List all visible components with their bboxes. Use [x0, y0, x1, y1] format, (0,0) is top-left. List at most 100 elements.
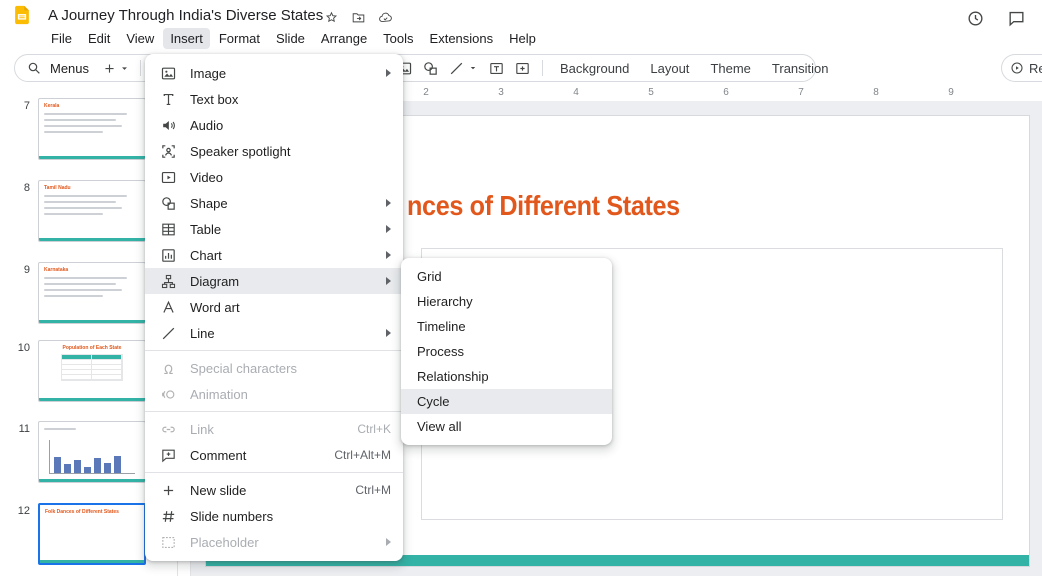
comments-icon[interactable] [1007, 9, 1026, 28]
google-slides-app: A Journey Through India's Diverse States… [0, 0, 1042, 576]
chevron-down-icon[interactable] [118, 62, 131, 75]
diagram-submenu-item-cycle[interactable]: Cycle [401, 389, 612, 414]
menu-item-label: Line [190, 325, 215, 341]
menubar-item-view[interactable]: View [119, 28, 161, 49]
thumb-text-line [44, 207, 123, 209]
speaker-spotlight-icon [160, 143, 177, 160]
menubar-item-edit[interactable]: Edit [81, 28, 117, 49]
diagram-submenu-item-grid[interactable]: Grid [401, 264, 612, 289]
menu-item-shortcut: Ctrl+M [355, 483, 391, 497]
ruler-label: 6 [723, 87, 729, 98]
cloud-status-icon[interactable] [378, 10, 393, 25]
rec-button[interactable]: Re [1001, 54, 1042, 82]
insert-line-icon[interactable] [448, 60, 465, 77]
thumb-text-line [44, 113, 127, 115]
thumb-table-row [62, 375, 122, 380]
thumb-chart [49, 440, 135, 474]
insert-menu-item-line[interactable]: Line [145, 320, 403, 346]
menu-item-label: Animation [190, 386, 248, 402]
version-history-icon[interactable] [966, 9, 985, 28]
insert-menu-item-comment[interactable]: Comment Ctrl+Alt+M [145, 442, 403, 468]
menubar-item-arrange[interactable]: Arrange [314, 28, 374, 49]
insert-menu-item-audio[interactable]: Audio [145, 112, 403, 138]
menu-item-label: Video [190, 169, 224, 185]
layout-button[interactable]: Layout [644, 61, 695, 76]
submenu-arrow-icon [386, 69, 391, 77]
slide-thumbnail-9[interactable]: Karnataka [38, 262, 146, 324]
thumb-accent-bar [39, 320, 145, 323]
thumb-accent-bar [39, 398, 145, 401]
shape-icon [160, 195, 177, 212]
chevron-down-icon[interactable] [467, 62, 479, 74]
insert-menu-item-chart[interactable]: Chart [145, 242, 403, 268]
submenu-arrow-icon [386, 538, 391, 546]
insert-menu-item-new-slide[interactable]: New slide Ctrl+M [145, 477, 403, 503]
insert-menu-item-speaker-spotlight[interactable]: Speaker spotlight [145, 138, 403, 164]
menubar-item-tools[interactable]: Tools [376, 28, 420, 49]
search-icon[interactable] [26, 60, 42, 76]
link-icon [160, 421, 177, 438]
toolbar-divider [140, 60, 142, 76]
menu-separator [145, 350, 403, 351]
slides-logo-icon[interactable] [11, 4, 33, 26]
menubar-item-slide[interactable]: Slide [269, 28, 312, 49]
menu-separator [145, 472, 403, 473]
diagram-submenu-item-timeline[interactable]: Timeline [401, 314, 612, 339]
insert-menu-item-diagram[interactable]: Diagram [145, 268, 403, 294]
diagram-submenu-item-relationship[interactable]: Relationship [401, 364, 612, 389]
rec-label: Re [1029, 60, 1042, 76]
transition-button[interactable]: Transition [766, 61, 835, 76]
background-button[interactable]: Background [554, 61, 635, 76]
slide-thumbnail-11[interactable] [38, 421, 146, 483]
menu-item-shortcut: Ctrl+K [357, 422, 391, 436]
menu-item-label: Shape [190, 195, 228, 211]
insert-text-box-icon[interactable] [488, 60, 505, 77]
thumb-text-line [44, 289, 123, 291]
slide-thumbnail-7[interactable]: Kerala [38, 98, 146, 160]
slide-thumbnail-10[interactable]: Population of Each State [38, 340, 146, 402]
diagram-submenu-item-hierarchy[interactable]: Hierarchy [401, 289, 612, 314]
insert-menu-item-shape[interactable]: Shape [145, 190, 403, 216]
insert-comment-icon[interactable] [514, 60, 531, 77]
plus-icon[interactable] [102, 61, 117, 76]
slide-thumbnail-12[interactable]: Folk Dances of Different States [38, 503, 146, 565]
insert-menu-item-text-box[interactable]: Text box [145, 86, 403, 112]
document-title[interactable]: A Journey Through India's Diverse States [48, 7, 323, 24]
toolbar-icons: Background Layout Theme Transition [396, 54, 835, 82]
menubar-item-insert[interactable]: Insert [163, 28, 210, 49]
diagram-submenu-item-view-all[interactable]: View all [401, 414, 612, 439]
menubar-item-file[interactable]: File [44, 28, 79, 49]
menus-button[interactable]: Menus [50, 61, 89, 76]
insert-menu-item-video[interactable]: Video [145, 164, 403, 190]
thumb-accent-bar [39, 479, 145, 482]
plus-icon [160, 482, 177, 499]
menu-item-label: Word art [190, 299, 240, 315]
star-icon[interactable] [324, 10, 339, 25]
thumb-text-line [44, 125, 123, 127]
menu-item-label: Audio [190, 117, 224, 133]
submenu-arrow-icon [386, 199, 391, 207]
move-folder-icon[interactable] [351, 10, 366, 25]
omega-icon [160, 360, 177, 377]
menubar-item-extensions[interactable]: Extensions [423, 28, 501, 49]
menu-separator [145, 411, 403, 412]
theme-button[interactable]: Theme [704, 61, 756, 76]
menu-item-label: Table [190, 221, 222, 237]
menubar-item-format[interactable]: Format [212, 28, 267, 49]
insert-menu-item-word-art[interactable]: Word art [145, 294, 403, 320]
insert-menu-item-table[interactable]: Table [145, 216, 403, 242]
insert-menu-item-slide-numbers[interactable]: Slide numbers [145, 503, 403, 529]
thumb-accent-bar [40, 560, 144, 563]
diagram-submenu-item-process[interactable]: Process [401, 339, 612, 364]
titlebar: A Journey Through India's Diverse States [0, 0, 1042, 28]
image-icon [160, 65, 177, 82]
menubar-item-help[interactable]: Help [502, 28, 543, 49]
insert-shape-icon[interactable] [422, 60, 439, 77]
menu-item-label: Comment [190, 447, 247, 463]
thumb-title: Karnataka [44, 267, 69, 273]
insert-menu-item-image[interactable]: Image [145, 60, 403, 86]
slide-title-text[interactable]: nces of Different States [407, 190, 680, 222]
thumb-text-line [44, 277, 127, 279]
slide-thumbnail-8[interactable]: Tamil Nadu [38, 180, 146, 242]
ruler-label: 9 [948, 87, 954, 98]
